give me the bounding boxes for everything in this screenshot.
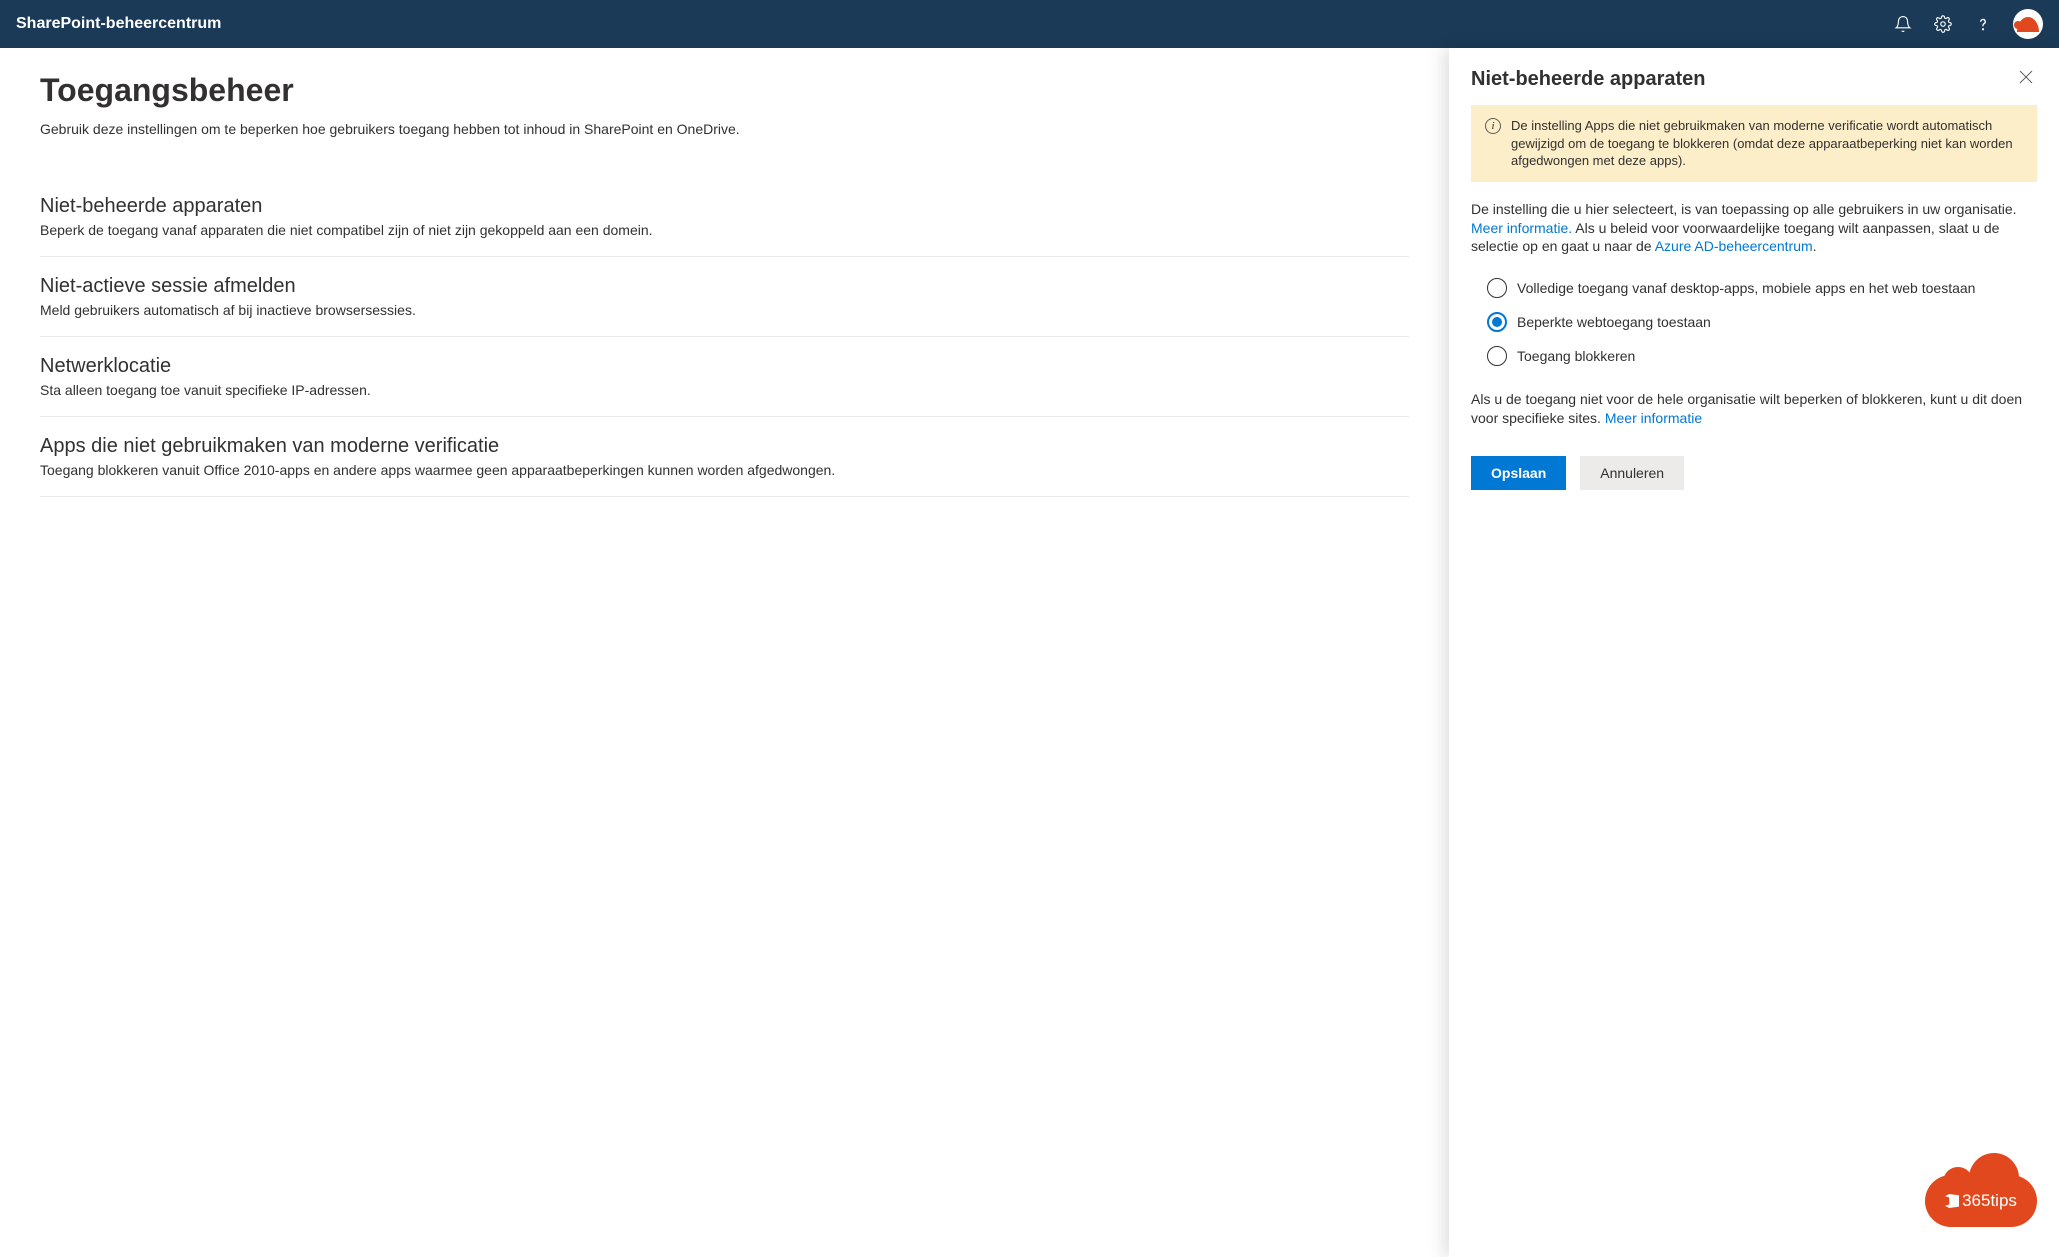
info-banner: i De instelling Apps die niet gebruikmak…: [1471, 105, 2037, 182]
panel-header: Niet-beheerde apparaten: [1471, 66, 2037, 93]
setting-title: Netwerklocatie: [40, 355, 1409, 378]
panel-actions: Opslaan Annuleren: [1471, 456, 2037, 490]
page-title: Toegangsbeheer: [40, 72, 1409, 109]
radio-icon: [1487, 312, 1507, 332]
setting-desc: Beperk de toegang vanaf apparaten die ni…: [40, 222, 1409, 238]
notifications-icon[interactable]: [1893, 14, 1913, 34]
app-title: SharePoint-beheercentrum: [16, 15, 1893, 33]
header-actions: [1893, 9, 2043, 39]
watermark-logo: 365tips: [1925, 1175, 2037, 1227]
learn-more-link[interactable]: Meer informatie.: [1471, 220, 1572, 236]
radio-limited-web[interactable]: Beperkte webtoegang toestaan: [1487, 312, 2037, 332]
radio-icon: [1487, 278, 1507, 298]
desc-text: .: [1813, 238, 1817, 254]
panel-title: Niet-beheerde apparaten: [1471, 68, 1706, 91]
page-subtitle: Gebruik deze instellingen om te beperken…: [40, 121, 1409, 137]
setting-desc: Meld gebruikers automatisch af bij inact…: [40, 302, 1409, 318]
radio-label: Toegang blokkeren: [1517, 348, 1635, 364]
learn-more-link[interactable]: Meer informatie: [1605, 410, 1702, 426]
azure-ad-link[interactable]: Azure AD-beheercentrum: [1655, 238, 1813, 254]
setting-title: Niet-actieve sessie afmelden: [40, 275, 1409, 298]
help-icon[interactable]: [1973, 14, 1993, 34]
side-panel: Niet-beheerde apparaten i De instelling …: [1449, 48, 2059, 1257]
desc-text: De instelling die u hier selecteert, is …: [1471, 201, 2017, 217]
settings-list: Niet-beheerde apparaten Beperk de toegan…: [40, 177, 1409, 497]
radio-icon: [1487, 346, 1507, 366]
setting-legacy-auth[interactable]: Apps die niet gebruikmaken van moderne v…: [40, 417, 1409, 497]
avatar[interactable]: [2013, 9, 2043, 39]
setting-network-location[interactable]: Netwerklocatie Sta alleen toegang toe va…: [40, 337, 1409, 417]
close-icon[interactable]: [2015, 66, 2037, 93]
setting-title: Niet-beheerde apparaten: [40, 195, 1409, 218]
settings-icon[interactable]: [1933, 14, 1953, 34]
setting-unmanaged-devices[interactable]: Niet-beheerde apparaten Beperk de toegan…: [40, 177, 1409, 257]
main-content: Toegangsbeheer Gebruik deze instellingen…: [0, 48, 1449, 1257]
setting-idle-session[interactable]: Niet-actieve sessie afmelden Meld gebrui…: [40, 257, 1409, 337]
top-header: SharePoint-beheercentrum: [0, 0, 2059, 48]
radio-full-access[interactable]: Volledige toegang vanaf desktop-apps, mo…: [1487, 278, 2037, 298]
office-icon: [1945, 1194, 1959, 1208]
panel-description: De instelling die u hier selecteert, is …: [1471, 200, 2037, 257]
setting-title: Apps die niet gebruikmaken van moderne v…: [40, 435, 1409, 458]
save-button[interactable]: Opslaan: [1471, 456, 1566, 490]
panel-note: Als u de toegang niet voor de hele organ…: [1471, 390, 2037, 428]
info-banner-text: De instelling Apps die niet gebruikmaken…: [1511, 117, 2023, 170]
note-text: Als u de toegang niet voor de hele organ…: [1471, 391, 2022, 426]
setting-desc: Toegang blokkeren vanuit Office 2010-app…: [40, 462, 1409, 478]
setting-desc: Sta alleen toegang toe vanuit specifieke…: [40, 382, 1409, 398]
access-radio-group: Volledige toegang vanaf desktop-apps, mo…: [1471, 278, 2037, 366]
watermark-text: 365tips: [1962, 1191, 2017, 1211]
cancel-button[interactable]: Annuleren: [1580, 456, 1684, 490]
radio-block-access[interactable]: Toegang blokkeren: [1487, 346, 2037, 366]
radio-label: Volledige toegang vanaf desktop-apps, mo…: [1517, 280, 1975, 296]
radio-label: Beperkte webtoegang toestaan: [1517, 314, 1711, 330]
info-icon: i: [1485, 118, 1501, 134]
